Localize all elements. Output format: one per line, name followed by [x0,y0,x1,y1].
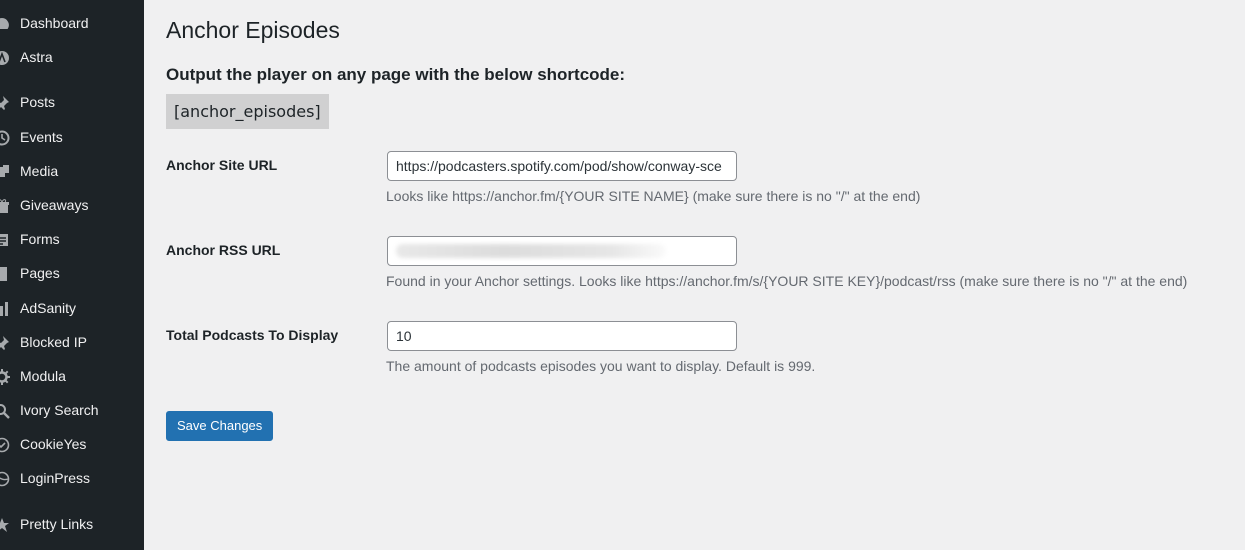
search-icon [0,403,10,419]
sidebar-item-ivory-search[interactable]: Ivory Search [0,396,144,426]
page-title: Anchor Episodes [166,17,340,43]
site-url-description: Looks like https://anchor.fm/{YOUR SITE … [386,188,921,204]
star-icon [0,517,10,533]
loginpress-icon [0,471,10,487]
pin-icon [0,95,10,111]
sidebar-item-posts[interactable]: Posts [0,88,144,118]
gear-icon [0,369,10,385]
dashboard-icon [0,16,10,32]
sidebar-item-label: Events [20,129,63,145]
rss-url-label: Anchor RSS URL [166,242,281,258]
site-url-input[interactable] [387,151,737,181]
gift-icon [0,198,10,214]
astra-icon [0,50,10,66]
sidebar-item-label: Forms [20,231,60,247]
sidebar-item-label: Modula [20,368,66,384]
site-url-label: Anchor Site URL [166,157,278,173]
forms-icon [0,232,10,248]
sidebar-item-label: Dashboard [20,15,89,31]
sidebar-item-forms[interactable]: Forms [0,225,144,255]
sidebar-item-dashboard[interactable]: Dashboard [0,9,144,39]
sidebar-item-pages[interactable]: Pages [0,259,144,289]
sidebar-item-label: LoginPress [20,470,91,486]
sidebar-item-label: Blocked IP [20,334,87,350]
sidebar-item-pretty-links[interactable]: Pretty Links [0,510,144,540]
sidebar-item-label: AdSanity [20,300,77,316]
sidebar-item-label: Media [20,163,59,179]
rss-url-description: Found in your Anchor settings. Looks lik… [386,273,1188,289]
sidebar-item-label: Posts [20,94,56,110]
sidebar-item-cookieyes[interactable]: CookieYes [0,430,144,460]
calendar-icon [0,130,10,146]
shortcode-instructions: Output the player on any page with the b… [166,65,626,84]
pin-icon [0,335,10,351]
admin-sidebar: Dashboard Astra Posts Events Media Givea… [0,0,144,550]
sidebar-item-loginpress[interactable]: LoginPress [0,464,144,494]
sidebar-item-label: Astra [20,49,53,65]
redacted-blur [396,244,666,258]
main-content: Anchor Episodes Output the player on any… [166,0,1245,550]
shortcode-box: [anchor_episodes] [166,94,329,129]
chart-icon [0,301,10,317]
sidebar-item-events[interactable]: Events [0,123,144,153]
sidebar-item-label: CookieYes [20,436,87,452]
sidebar-item-giveaways[interactable]: Giveaways [0,191,144,221]
media-icon [0,164,10,180]
cookie-icon [0,437,10,453]
sidebar-item-modula[interactable]: Modula [0,362,144,392]
total-podcasts-description: The amount of podcasts episodes you want… [386,358,816,374]
save-changes-button[interactable]: Save Changes [166,411,274,441]
sidebar-item-label: Giveaways [20,197,89,213]
sidebar-item-adsanity[interactable]: AdSanity [0,294,144,324]
sidebar-item-label: Pretty Links [20,516,94,532]
sidebar-item-astra[interactable]: Astra [0,43,144,73]
page-icon [0,266,10,282]
sidebar-item-label: Pages [20,265,60,281]
sidebar-item-media[interactable]: Media [0,157,144,187]
sidebar-item-blocked-ip[interactable]: Blocked IP [0,328,144,358]
sidebar-item-label: Ivory Search [20,402,99,418]
total-podcasts-input[interactable] [387,321,737,351]
total-podcasts-label: Total Podcasts To Display [166,327,339,343]
